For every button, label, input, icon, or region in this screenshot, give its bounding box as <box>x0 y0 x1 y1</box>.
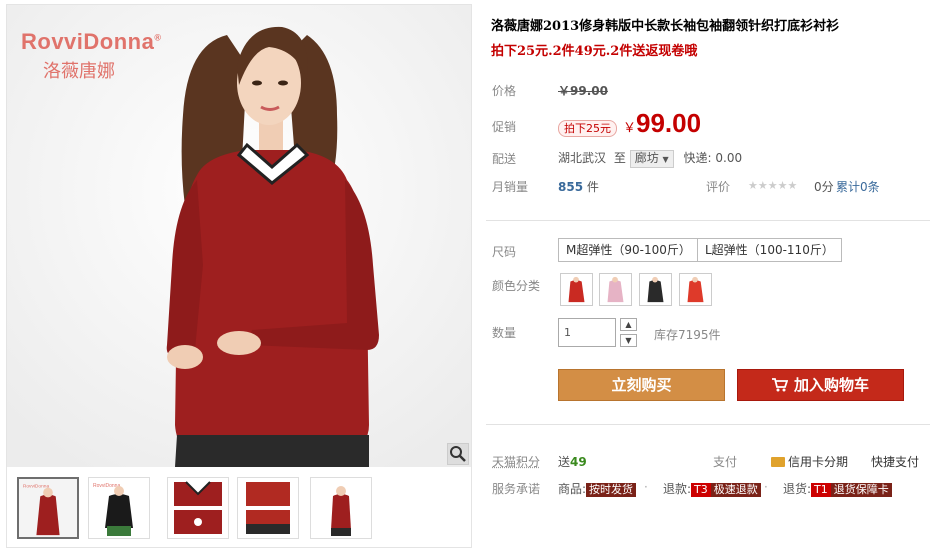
divider <box>486 424 930 425</box>
thumbnail-strip: RovviDonna RovviDonna <box>15 477 467 543</box>
size-option-m[interactable]: M超弹性（90-100斤） <box>558 238 699 262</box>
rating-stars: ★★★★★ <box>748 179 798 192</box>
thumbnail-1[interactable]: RovviDonna <box>17 477 79 539</box>
promo-price-row: 拍下25元 ￥99.00 <box>558 108 701 139</box>
divider <box>486 220 930 221</box>
destination-select[interactable]: 廊坊 ▼ <box>629 150 674 168</box>
thumbnail-5[interactable] <box>310 477 372 539</box>
color-swatch-red[interactable] <box>560 273 593 306</box>
shipping-row: 湖北武汉 至 廊坊 ▼ 快递: 0.00 <box>558 149 742 168</box>
price-label: 价格 <box>492 84 517 98</box>
original-price: ￥99.00 <box>558 84 608 98</box>
color-swatch-pink[interactable] <box>599 273 632 306</box>
thumbnail-4[interactable] <box>237 477 299 539</box>
chevron-down-icon: ▼ <box>625 336 632 345</box>
magnifier-icon <box>450 446 466 462</box>
brand-logo-en: RovviDonna® <box>21 29 162 54</box>
review-count-link[interactable]: 累计0条 <box>836 178 880 195</box>
stock-count: 库存7195件 <box>654 328 721 342</box>
add-to-cart-button[interactable]: 加入购物车 <box>737 369 904 401</box>
chevron-down-icon: ▼ <box>662 155 669 164</box>
quantity-decrease-button[interactable]: ▼ <box>620 334 637 347</box>
color-label: 颜色分类 <box>492 279 541 293</box>
monthly-sales-label: 月销量 <box>492 180 529 194</box>
return-promise[interactable]: 退货: T1 退货保障卡 <box>783 480 892 497</box>
credit-installment[interactable]: 信用卡分期 <box>771 453 848 470</box>
color-swatch-orange-red[interactable] <box>679 273 712 306</box>
rating-score: 0分 <box>814 180 834 194</box>
credit-card-icon <box>771 457 785 467</box>
brand-logo: RovviDonna® 洛薇唐娜 <box>21 29 162 83</box>
add-to-cart-label: 加入购物车 <box>793 376 869 394</box>
buy-now-button[interactable]: 立刻购买 <box>558 369 725 401</box>
quantity-increase-button[interactable]: ▲ <box>620 318 637 331</box>
refund-promise[interactable]: 退款: T3 极速退款 <box>663 480 761 497</box>
brand-logo-cn: 洛薇唐娜 <box>43 61 115 82</box>
promo-label: 促销 <box>492 120 517 134</box>
ship-from: 湖北武汉 <box>558 151 607 165</box>
size-option-l[interactable]: L超弹性（100-110斤） <box>697 238 842 262</box>
shipping-fee: 快递: 0.00 <box>683 151 743 165</box>
price-box: 价格 ￥99.00 促销 拍下25元 ￥99.00 配送 湖北武汉 至 廊坊 ▼ … <box>484 68 930 208</box>
shipping-label: 配送 <box>492 152 517 166</box>
rating-label: 评价 <box>706 180 731 194</box>
currency-symbol: ￥ <box>623 121 637 136</box>
tmall-points-label[interactable]: 天猫积分 <box>492 453 540 470</box>
quick-pay[interactable]: 快捷支付 <box>871 453 919 470</box>
zoom-button[interactable] <box>447 443 469 465</box>
goods-promise[interactable]: 商品: 按时发货 <box>558 480 637 497</box>
service-box: 天猫积分 送49 支付 信用卡分期 快捷支付 服务承诺 商品: 按时发货 · 退款… <box>492 453 920 497</box>
payment-label: 支付 <box>713 455 738 469</box>
quantity-label: 数量 <box>492 326 517 340</box>
ship-to-word: 至 <box>613 151 626 165</box>
tmall-points: 送49 <box>558 455 587 469</box>
main-product-image[interactable]: RovviDonna® 洛薇唐娜 <box>7 5 471 467</box>
quantity-input[interactable]: 1 <box>558 318 616 347</box>
color-swatch-black[interactable] <box>639 273 672 306</box>
thumbnail-2[interactable]: RovviDonna <box>88 477 150 539</box>
product-info: 洛薇唐娜2013修身韩版中长款长袖包袖翻领针织打底衫衬衫 拍下25元.2件49元… <box>478 0 930 552</box>
product-gallery: RovviDonna® 洛薇唐娜 RovviDonna RovviDonna <box>6 4 472 548</box>
promo-tag: 拍下25元 <box>558 120 617 137</box>
cart-icon <box>771 378 789 392</box>
thumbnail-3[interactable] <box>167 477 229 539</box>
chevron-up-icon: ▲ <box>625 320 632 329</box>
product-title: 洛薇唐娜2013修身韩版中长款长袖包袖翻领针织打底衫衬衫 <box>491 19 840 34</box>
promo-text: 拍下25元.2件49元.2件送返现卷哦 <box>491 44 698 59</box>
size-label: 尺码 <box>492 245 517 259</box>
service-promise-label: 服务承诺 <box>492 482 541 496</box>
monthly-sales: 855 件 <box>558 180 599 194</box>
promo-price: 99.00 <box>636 108 702 138</box>
